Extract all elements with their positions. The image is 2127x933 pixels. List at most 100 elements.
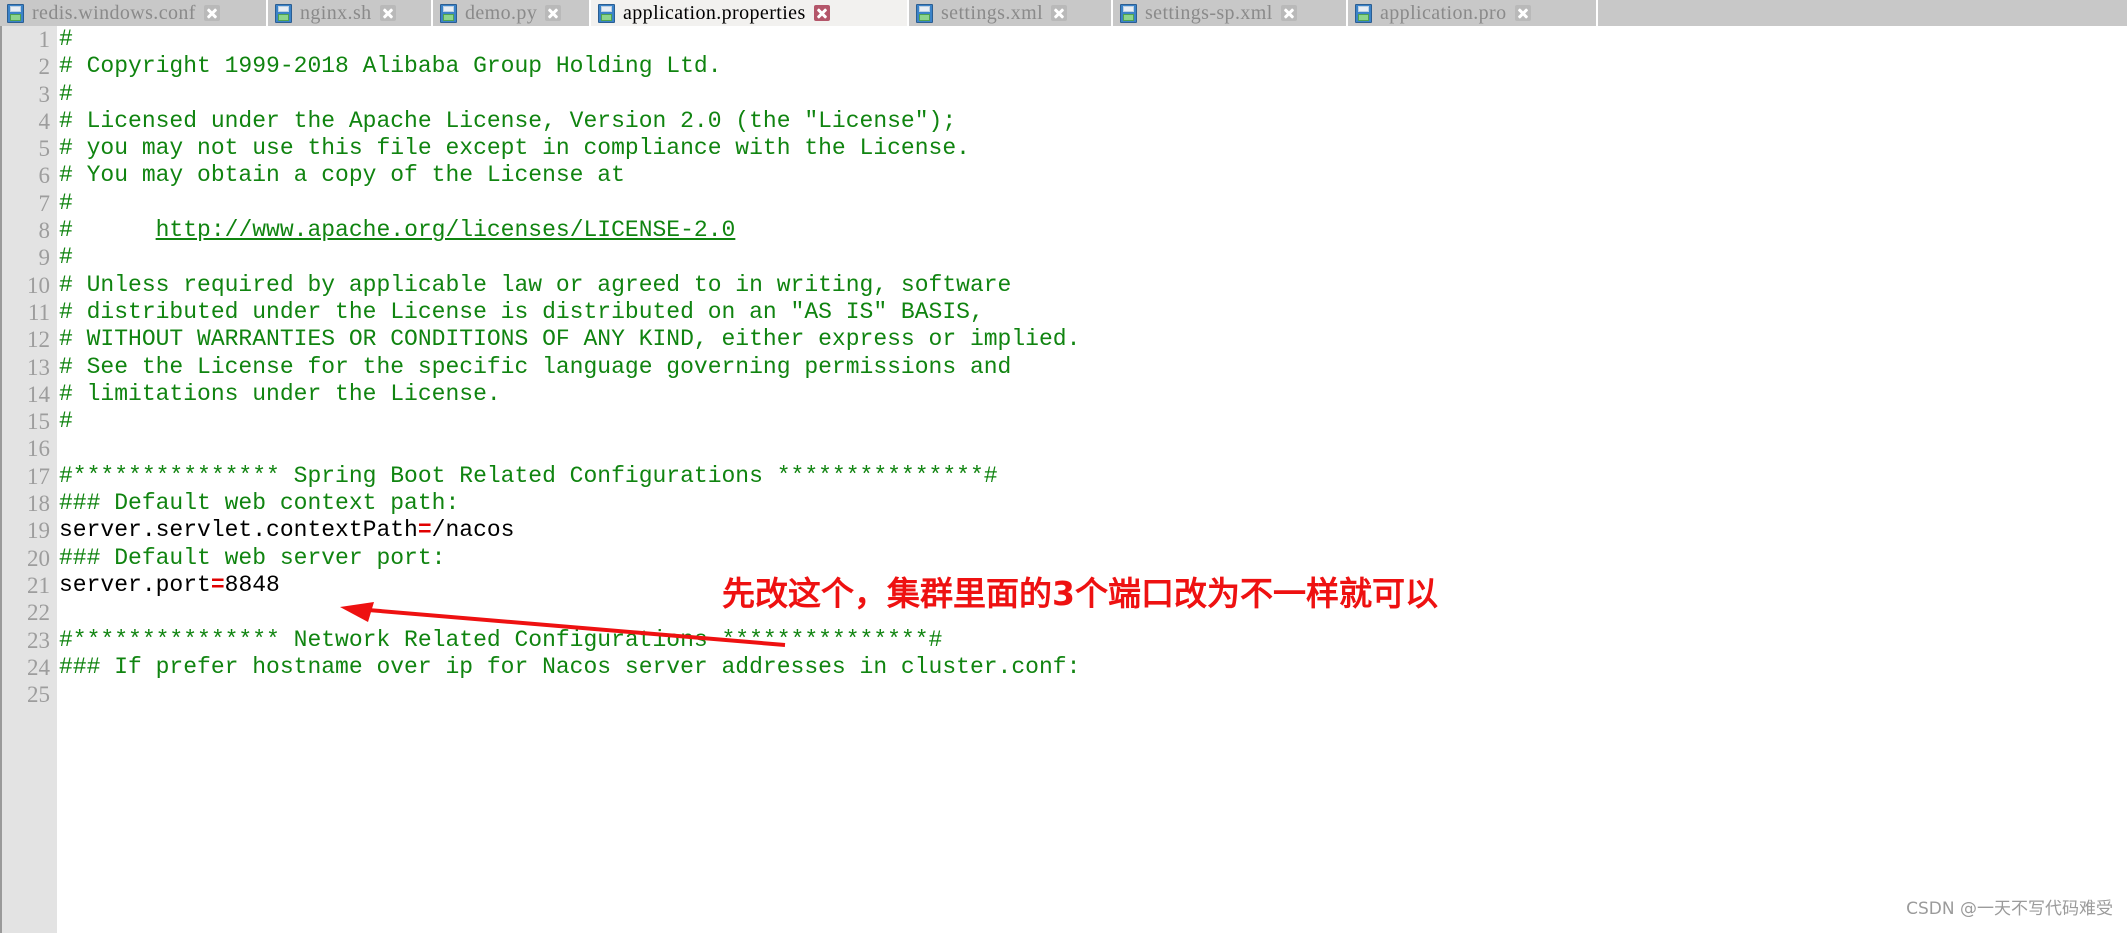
line-number: 15 bbox=[27, 409, 50, 435]
editor-tab-label: settings-sp.xml bbox=[1145, 1, 1273, 24]
code-token-cmt: ### If prefer hostname over ip for Nacos… bbox=[59, 653, 1081, 680]
annotation-text: 先改这个，集群里面的3个端口改为不一样就可以 bbox=[722, 574, 1438, 613]
code-line[interactable]: # distributed under the License is distr… bbox=[59, 299, 2127, 326]
code-line[interactable]: # you may not use this file except in co… bbox=[59, 135, 2127, 162]
code-content-area[interactable]: # # Copyright 1999-2018 Alibaba Group Hol… bbox=[59, 26, 2127, 933]
code-token-cmt: # bbox=[59, 80, 73, 107]
code-line[interactable]: #*************** Network Related Configu… bbox=[59, 627, 2127, 654]
code-line[interactable]: # limitations under the License. bbox=[59, 381, 2127, 408]
code-line[interactable]: ### If prefer hostname over ip for Nacos… bbox=[59, 654, 2127, 681]
line-number: 3 bbox=[38, 81, 51, 107]
code-line[interactable]: # Copyright 1999-2018 Alibaba Group Hold… bbox=[59, 53, 2127, 80]
line-number: 25 bbox=[27, 682, 50, 708]
code-line[interactable] bbox=[59, 435, 2127, 462]
code-token-cmt: # Licensed under the Apache License, Ver… bbox=[59, 107, 957, 134]
editor-tab-redis-windows-conf[interactable]: redis.windows.conf bbox=[0, 0, 268, 26]
code-token-val: 8848 bbox=[224, 571, 280, 598]
close-icon[interactable] bbox=[813, 5, 830, 21]
code-line[interactable]: server.servlet.contextPath=/nacos bbox=[59, 517, 2127, 544]
code-line[interactable]: # See the License for the specific langu… bbox=[59, 354, 2127, 381]
close-icon[interactable] bbox=[203, 5, 220, 21]
code-line[interactable]: # bbox=[59, 26, 2127, 53]
code-line[interactable] bbox=[59, 681, 2127, 708]
line-number: 11 bbox=[27, 299, 50, 325]
code-line[interactable]: # bbox=[59, 408, 2127, 435]
editor-tab-nginx-sh[interactable]: nginx.sh bbox=[268, 0, 433, 26]
code-token-cmt: # distributed under the License is distr… bbox=[59, 298, 984, 325]
file-icon bbox=[1355, 3, 1372, 23]
code-token-cmt: # bbox=[59, 408, 73, 435]
editor-tab-label: redis.windows.conf bbox=[32, 1, 196, 24]
line-number: 12 bbox=[27, 327, 50, 353]
file-icon bbox=[598, 3, 615, 23]
line-number: 5 bbox=[38, 136, 51, 162]
code-token-link: http://www.apache.org/licenses/LICENSE-2… bbox=[155, 217, 736, 244]
line-number: 17 bbox=[27, 463, 50, 489]
code-line[interactable]: # http://www.apache.org/licenses/LICENSE… bbox=[59, 217, 2127, 244]
editor-tab-application-pro[interactable]: application.pro bbox=[1348, 0, 1598, 26]
editor-tab-label: settings.xml bbox=[941, 1, 1044, 24]
code-token-cmt: # You may obtain a copy of the License a… bbox=[59, 162, 625, 189]
code-token-cmt: # bbox=[59, 244, 73, 271]
line-number: 13 bbox=[27, 354, 50, 380]
line-number: 10 bbox=[27, 272, 50, 298]
code-line[interactable]: # You may obtain a copy of the License a… bbox=[59, 162, 2127, 189]
line-number: 1 bbox=[38, 27, 51, 52]
code-line[interactable]: # bbox=[59, 244, 2127, 271]
file-icon bbox=[916, 3, 933, 23]
line-number: 22 bbox=[27, 600, 50, 626]
code-token-cmt: # See the License for the specific langu… bbox=[59, 353, 1012, 380]
close-icon[interactable] bbox=[1051, 5, 1068, 21]
close-icon[interactable] bbox=[545, 5, 562, 21]
code-token-eq: = bbox=[417, 517, 432, 544]
code-token-cmt: #*************** Network Related Configu… bbox=[59, 626, 943, 653]
code-token-key: server.servlet.contextPath bbox=[59, 517, 418, 544]
editor-tab-label: demo.py bbox=[465, 1, 538, 24]
editor-tab-settings-xml[interactable]: settings.xml bbox=[909, 0, 1113, 26]
editor-tab-application-properties[interactable]: application.properties bbox=[591, 0, 909, 26]
close-icon[interactable] bbox=[379, 5, 396, 21]
editor-tab-bar: redis.windows.conf nginx.sh demo.py applica… bbox=[0, 0, 2127, 27]
line-number: 23 bbox=[27, 627, 50, 653]
file-icon bbox=[440, 3, 457, 23]
line-number: 9 bbox=[38, 245, 51, 271]
line-number: 6 bbox=[38, 163, 51, 189]
code-line[interactable]: # Licensed under the Apache License, Ver… bbox=[59, 108, 2127, 135]
editor-tab-settings-sp-xml[interactable]: settings-sp.xml bbox=[1113, 0, 1348, 26]
file-icon bbox=[275, 3, 292, 23]
code-token-cmt: # Copyright 1999-2018 Alibaba Group Hold… bbox=[59, 53, 722, 80]
line-number-gutter: 1 2 3 4 5 6 7 8 9 10 11 12 13 14 15 16 17 18 19 20 21 22 23 24 2… bbox=[0, 26, 57, 933]
code-token-cmt: # WITHOUT WARRANTIES OR CONDITIONS OF AN… bbox=[59, 326, 1081, 353]
line-number: 4 bbox=[38, 108, 51, 134]
code-line[interactable]: # Unless required by applicable law or a… bbox=[59, 272, 2127, 299]
code-token-cmt: # bbox=[59, 189, 73, 216]
watermark-label: CSDN @一天不写代码难受 bbox=[1906, 899, 2113, 919]
code-token-cmt: # bbox=[59, 217, 156, 244]
editor-tab-label: application.pro bbox=[1380, 1, 1507, 24]
editor-tab-demo-py[interactable]: demo.py bbox=[433, 0, 591, 26]
code-token-cmt: #*************** Spring Boot Related Con… bbox=[59, 462, 998, 489]
line-number: 2 bbox=[38, 54, 51, 80]
line-number: 16 bbox=[27, 436, 50, 462]
code-line[interactable]: # bbox=[59, 81, 2127, 108]
line-number: 8 bbox=[38, 218, 51, 244]
line-number: 7 bbox=[38, 190, 51, 216]
line-number: 14 bbox=[27, 381, 50, 407]
code-token-cmt: # Unless required by applicable law or a… bbox=[59, 271, 1012, 298]
line-number: 21 bbox=[27, 572, 50, 598]
code-line[interactable]: # WITHOUT WARRANTIES OR CONDITIONS OF AN… bbox=[59, 326, 2127, 353]
code-editor[interactable]: 1 2 3 4 5 6 7 8 9 10 11 12 13 14 15 16 17 18 19 20 21 22 23 24 2… bbox=[0, 26, 2127, 933]
line-number: 19 bbox=[27, 518, 50, 544]
code-line[interactable]: ### Default web context path: bbox=[59, 490, 2127, 517]
file-icon bbox=[7, 3, 24, 23]
code-token-cmt: # limitations under the License. bbox=[59, 380, 501, 407]
line-number: 20 bbox=[27, 545, 50, 571]
close-icon[interactable] bbox=[1514, 5, 1531, 21]
code-line[interactable]: # bbox=[59, 190, 2127, 217]
code-token-val: /nacos bbox=[431, 517, 515, 544]
line-number: 24 bbox=[27, 654, 50, 680]
code-token-key: server.port bbox=[59, 571, 211, 598]
code-line[interactable]: #*************** Spring Boot Related Con… bbox=[59, 463, 2127, 490]
file-icon bbox=[1120, 3, 1137, 23]
close-icon[interactable] bbox=[1280, 5, 1297, 21]
